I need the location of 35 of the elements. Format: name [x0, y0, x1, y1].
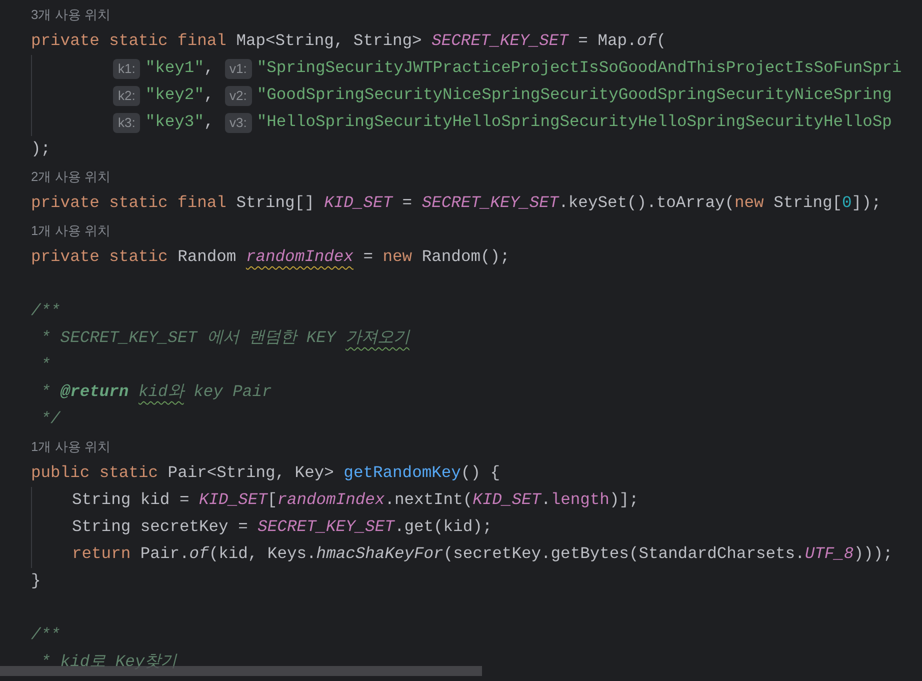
parameter-hint: k2: [113, 86, 140, 106]
code-text: "GoodSpringSecurityNiceSpringSecurityGoodSpringSecurityNiceSpring [256, 84, 892, 106]
code-line: } [31, 570, 41, 592]
code-text: "key3" [145, 111, 204, 134]
code-line: return Pair.of(kid, Keys.hmacShaKeyFor(secretKey.getBytes(StandardCharsets.UTF_8))); [72, 543, 893, 566]
code-line: String secretKey = SECRET_KEY_SET.get(kid); [72, 516, 492, 538]
code-line: String kid = KID_SET[randomIndex.nextInt(KID_SET.length)]; [72, 489, 639, 512]
code-line: /** [31, 300, 60, 322]
code-text: "key1" [145, 57, 204, 80]
code-line: /** [31, 624, 60, 646]
code-text: "SpringSecurityJWTPracticeProjectIsSoGoodAndThisProjectIsSoFunSpri [256, 57, 902, 80]
code-text: "HelloSpringSecurityHelloSpringSecurityHelloSpringSecurityHelloSp [256, 111, 892, 134]
usage-hint[interactable]: 3개 사용 위치 [31, 4, 110, 24]
parameter-hint: v3: [224, 112, 252, 132]
code-line: private static Random randomIndex = new Random(); [31, 246, 510, 268]
usage-hint[interactable]: 1개 사용 위치 [31, 436, 110, 456]
parameter-hint: v1: [224, 58, 252, 78]
code-text: , [204, 111, 215, 134]
code-text: , [204, 57, 215, 80]
code-text: , [204, 84, 215, 106]
code-line: * @return kid와 key Pair [40, 381, 272, 404]
code-text: "key2" [145, 84, 204, 106]
code-line: private static final String[] KID_SET = SECRET_KEY_SET.keySet().toArray(new String[0]); [31, 192, 882, 214]
usage-hint[interactable]: 1개 사용 위치 [31, 220, 110, 240]
code-line: * kid로 Key찾기 [40, 651, 177, 674]
code-line: public static Pair<String, Key> getRandomKey() { [31, 462, 500, 484]
parameter-hint: k1: [113, 58, 140, 78]
usage-hint[interactable]: 2개 사용 위치 [31, 166, 110, 186]
parameter-hint: k3: [113, 112, 140, 132]
code-line: private static final Map<String, String> SECRET_KEY_SET = Map.of( [31, 30, 666, 52]
code-line: * SECRET_KEY_SET 에서 랜덤한 KEY 가져오기 [40, 327, 410, 350]
code-line: ); [31, 138, 51, 160]
code-line: */ [40, 408, 60, 430]
code-line: * [40, 354, 51, 376]
parameter-hint: v2: [224, 86, 252, 106]
